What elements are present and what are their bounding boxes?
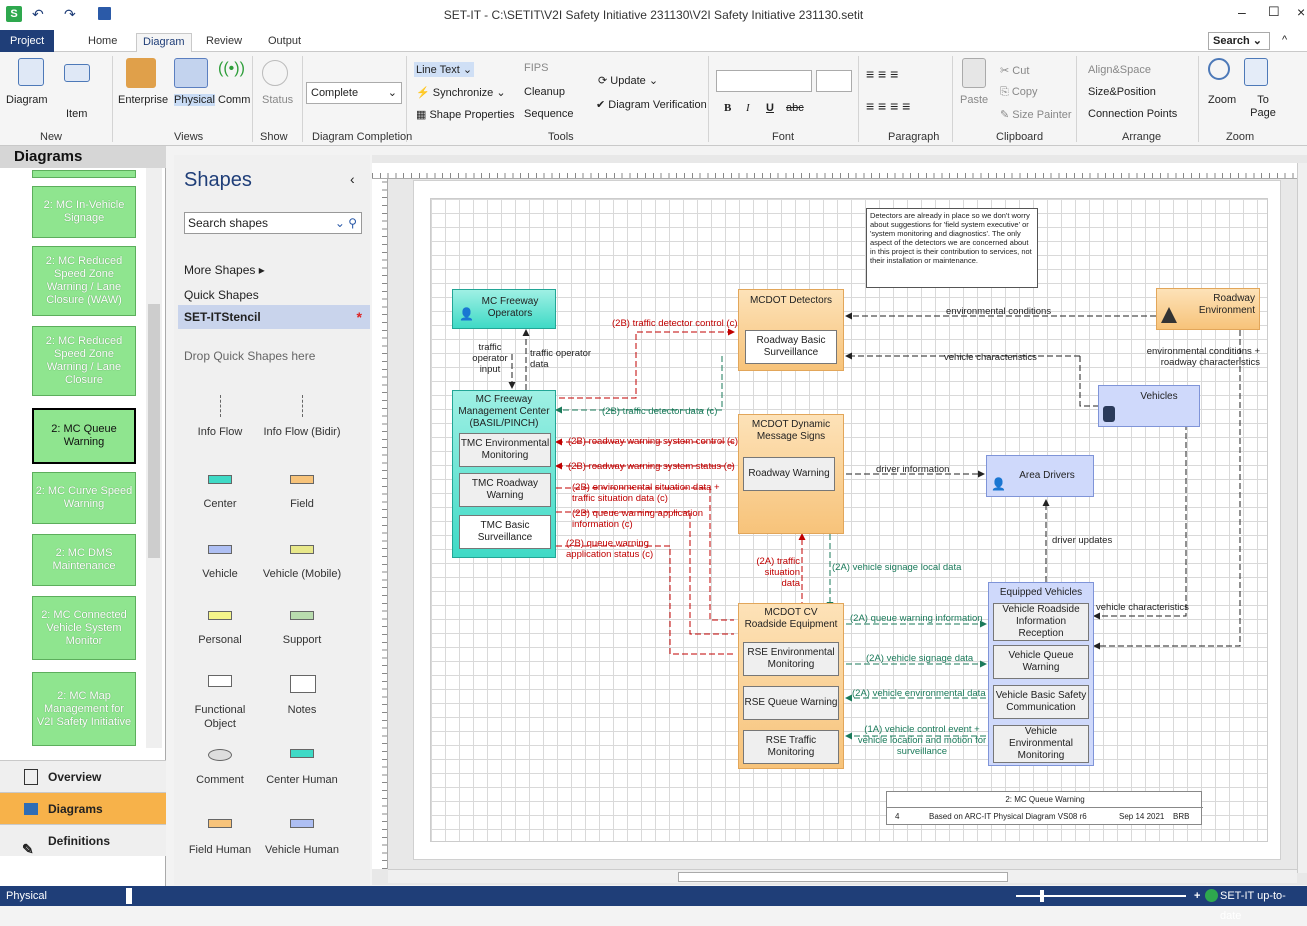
box-title: MCDOT Dynamic Message Signs	[751, 419, 831, 442]
flow-traffic-detector-data[interactable]: (2B) traffic detector data (c)	[602, 406, 717, 417]
flow-roadway-warning-control[interactable]: (2B) roadway warning system control (c)	[568, 436, 738, 447]
box-title: Roadway Environment	[1198, 293, 1255, 316]
checkmark-icon	[1205, 889, 1218, 902]
mc-freeway-operators[interactable]: MC Freeway Operators 👤	[452, 289, 556, 329]
roadway-basic-surveillance[interactable]: Roadway Basic Surveillance	[745, 330, 837, 364]
status-view: Physical	[6, 890, 47, 902]
person-icon: 👤	[459, 307, 474, 321]
rse-traffic-monitoring[interactable]: RSE Traffic Monitoring	[743, 730, 839, 764]
roadway-environment[interactable]: Roadway Environment	[1156, 288, 1260, 330]
mc-freeway-management-center[interactable]: MC Freeway Management Center (BASIL/PINC…	[452, 390, 556, 558]
diagram-title-block: 2: MC Queue Warning 4 Based on ARC-IT Ph…	[886, 791, 1203, 825]
title-block-number: 4	[895, 812, 900, 821]
title-block-date: Sep 14 2021	[1119, 812, 1165, 821]
status-bar: Physical + SET-IT up-to-date	[0, 886, 1307, 922]
title-block-based-on: Based on ARC-IT Physical Diagram VS08 r6	[929, 812, 1087, 821]
box-title: Equipped Vehicles	[999, 587, 1083, 598]
title-block-name: 2: MC Queue Warning	[887, 792, 1203, 808]
flow-driver-updates[interactable]: driver updates	[1052, 535, 1112, 546]
vehicles[interactable]: Vehicles	[1098, 385, 1200, 427]
tmc-roadway-warning[interactable]: TMC Roadway Warning	[459, 473, 551, 507]
flow-vehicle-environmental-data[interactable]: (2A) vehicle environmental data	[852, 688, 986, 699]
flow-traffic-situation-data[interactable]: (2A) traffic situation data	[756, 556, 800, 589]
flow-traffic-operator-input[interactable]: traffic operator input	[470, 342, 510, 375]
flow-queue-warning-app-status[interactable]: (2B) queue warning application status (c…	[566, 538, 666, 560]
flow-driver-information[interactable]: driver information	[876, 464, 949, 475]
vehicle-basic-safety-communication[interactable]: Vehicle Basic Safety Communication	[993, 685, 1089, 719]
diagram-note[interactable]: Detectors are already in place so we don…	[866, 208, 1038, 288]
connector-lines	[508, 312, 1241, 740]
zoom-in-icon[interactable]: +	[1194, 886, 1200, 906]
zoom-slider-handle[interactable]	[1040, 890, 1044, 902]
box-title: MCDOT Detectors	[749, 295, 833, 306]
equipped-vehicles[interactable]: Equipped Vehicles Vehicle Roadside Infor…	[988, 582, 1094, 766]
flow-vehicle-control-event[interactable]: (1A) vehicle control event + vehicle loc…	[856, 724, 988, 757]
flow-traffic-detector-control[interactable]: (2B) traffic detector control (c)	[612, 318, 737, 329]
flow-vehicle-characteristics[interactable]: vehicle characteristics	[944, 352, 1037, 363]
flow-vehicle-signage-data[interactable]: (2A) vehicle signage data	[866, 653, 973, 664]
status-sync: SET-IT up-to-date	[1220, 890, 1286, 922]
flow-environmental-situation-data[interactable]: (2B) environmental situation data + traf…	[572, 482, 722, 504]
flow-roadway-warning-status[interactable]: (2B) roadway warning system status (c)	[568, 461, 735, 472]
person-icon: 👤	[991, 477, 1006, 491]
box-title: Vehicles	[1140, 391, 1178, 402]
vehicle-roadside-information-reception[interactable]: Vehicle Roadside Information Reception	[993, 603, 1089, 641]
flow-env-roadway-characteristics[interactable]: environmental conditions + roadway chara…	[1120, 346, 1260, 368]
area-drivers[interactable]: Area Drivers 👤	[986, 455, 1094, 497]
tmc-basic-surveillance[interactable]: TMC Basic Surveillance	[459, 515, 551, 549]
mcdot-detectors[interactable]: MCDOT Detectors Roadway Basic Surveillan…	[738, 289, 844, 371]
mcdot-cv-roadside-equipment[interactable]: MCDOT CV Roadside Equipment RSE Environm…	[738, 603, 844, 769]
rse-environmental-monitoring[interactable]: RSE Environmental Monitoring	[743, 642, 839, 676]
title-block-author: BRB	[1173, 812, 1190, 821]
rse-queue-warning[interactable]: RSE Queue Warning	[743, 686, 839, 720]
tmc-environmental-monitoring[interactable]: TMC Environmental Monitoring	[459, 433, 551, 467]
flow-vehicle-characteristics-2[interactable]: vehicle characteristics	[1096, 602, 1189, 613]
flow-environmental-conditions[interactable]: environmental conditions	[946, 306, 1051, 317]
status-divider	[126, 888, 132, 904]
mcdot-dynamic-message-signs[interactable]: MCDOT Dynamic Message Signs Roadway Warn…	[738, 414, 844, 534]
flow-traffic-operator-data[interactable]: traffic operator data	[530, 348, 594, 370]
vehicle-environmental-monitoring[interactable]: Vehicle Environmental Monitoring	[993, 725, 1089, 763]
flow-vehicle-signage-local-data[interactable]: (2A) vehicle signage local data	[832, 562, 961, 573]
box-title: MC Freeway Management Center (BASIL/PINC…	[458, 394, 550, 429]
box-title: MCDOT CV Roadside Equipment	[744, 607, 838, 630]
roadway-warning[interactable]: Roadway Warning	[743, 457, 835, 491]
car-icon	[1103, 406, 1115, 422]
vehicle-queue-warning[interactable]: Vehicle Queue Warning	[993, 645, 1089, 679]
flow-queue-warning-information[interactable]: (2A) queue warning information	[850, 613, 983, 624]
flow-queue-warning-app-info[interactable]: (2B) queue warning application informati…	[572, 508, 708, 530]
